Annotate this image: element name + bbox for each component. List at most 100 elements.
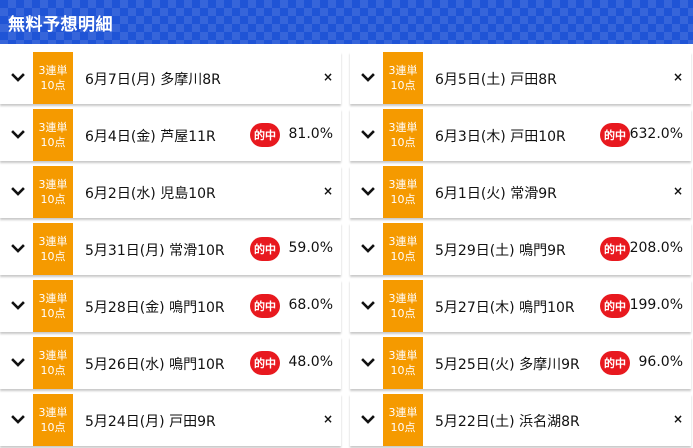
bet-count-label: 10点	[40, 193, 66, 206]
miss-mark: ×	[672, 412, 683, 426]
race-card[interactable]: 3連単 10点 5月22日(土) 浜名湖8R ×	[350, 394, 691, 446]
return-rate: 208.0%	[629, 240, 683, 256]
chevron-down-icon[interactable]	[8, 68, 28, 88]
bet-count-label: 10点	[390, 307, 416, 320]
chevron-down-icon[interactable]	[358, 410, 378, 430]
race-title: 5月25日(火) 多摩川9R	[435, 357, 580, 373]
race-card[interactable]: 3連単 10点 5月26日(水) 鳴門10R 的中 48.0%	[0, 337, 341, 389]
bet-type-label: 3連単	[388, 235, 418, 248]
hit-badge: 的中	[250, 351, 280, 375]
bet-type-tag: 3連単 10点	[33, 394, 73, 446]
race-title: 5月31日(月) 常滑10R	[85, 243, 225, 259]
bet-type-label: 3連単	[388, 121, 418, 134]
bet-type-tag: 3連単 10点	[383, 280, 423, 332]
bet-type-tag: 3連単 10点	[383, 337, 423, 389]
race-card[interactable]: 3連単 10点 6月4日(金) 芦屋11R 的中 81.0%	[0, 109, 341, 161]
hit-badge: 的中	[250, 237, 280, 261]
race-title: 5月29日(土) 鳴門9R	[435, 243, 566, 259]
chevron-down-icon[interactable]	[358, 182, 378, 202]
bet-count-label: 10点	[390, 250, 416, 263]
race-card[interactable]: 3連単 10点 5月31日(月) 常滑10R 的中 59.0%	[0, 223, 341, 275]
return-rate: 48.0%	[288, 354, 333, 370]
bet-type-tag: 3連単 10点	[383, 394, 423, 446]
bet-count-label: 10点	[390, 421, 416, 434]
race-card[interactable]: 3連単 10点 5月27日(木) 鳴門10R 的中 199.0%	[350, 280, 691, 332]
return-rate: 199.0%	[629, 297, 683, 313]
bet-count-label: 10点	[390, 364, 416, 377]
race-card[interactable]: 3連単 10点 6月2日(水) 児島10R ×	[0, 166, 341, 218]
chevron-down-icon[interactable]	[358, 353, 378, 373]
miss-mark: ×	[672, 70, 683, 84]
chevron-down-icon[interactable]	[358, 125, 378, 145]
chevron-down-icon[interactable]	[358, 239, 378, 259]
bet-count-label: 10点	[40, 79, 66, 92]
bet-type-tag: 3連単 10点	[383, 109, 423, 161]
chevron-down-icon[interactable]	[8, 125, 28, 145]
bet-count-label: 10点	[390, 136, 416, 149]
bet-type-tag: 3連単 10点	[383, 223, 423, 275]
bet-type-tag: 3連単 10点	[33, 223, 73, 275]
return-rate: 59.0%	[288, 240, 333, 256]
bet-type-tag: 3連単 10点	[383, 166, 423, 218]
race-card[interactable]: 3連単 10点 6月5日(土) 戸田8R ×	[350, 52, 691, 104]
bet-type-tag: 3連単 10点	[33, 109, 73, 161]
bet-count-label: 10点	[40, 307, 66, 320]
race-title: 6月7日(月) 多摩川8R	[85, 72, 221, 88]
bet-type-label: 3連単	[38, 64, 68, 77]
race-card[interactable]: 3連単 10点 6月7日(月) 多摩川8R ×	[0, 52, 341, 104]
chevron-down-icon[interactable]	[358, 296, 378, 316]
race-card[interactable]: 3連単 10点 5月24日(月) 戸田9R ×	[0, 394, 341, 446]
bet-type-label: 3連単	[38, 121, 68, 134]
miss-mark: ×	[322, 184, 333, 198]
hit-badge: 的中	[600, 294, 630, 318]
chevron-down-icon[interactable]	[8, 239, 28, 259]
bet-type-label: 3連単	[388, 406, 418, 419]
bet-type-label: 3連単	[38, 406, 68, 419]
chevron-down-icon[interactable]	[8, 182, 28, 202]
miss-mark: ×	[672, 184, 683, 198]
chevron-down-icon[interactable]	[8, 296, 28, 316]
bet-type-tag: 3連単 10点	[33, 280, 73, 332]
race-card[interactable]: 3連単 10点 6月3日(木) 戸田10R 的中 632.0%	[350, 109, 691, 161]
bet-count-label: 10点	[40, 136, 66, 149]
hit-badge: 的中	[600, 123, 630, 147]
bet-count-label: 10点	[40, 364, 66, 377]
bet-type-label: 3連単	[38, 235, 68, 248]
bet-type-label: 3連単	[38, 292, 68, 305]
bet-type-label: 3連単	[388, 178, 418, 191]
chevron-down-icon[interactable]	[8, 410, 28, 430]
return-rate: 632.0%	[629, 126, 683, 142]
race-title: 6月1日(火) 常滑9R	[435, 186, 557, 202]
bet-type-label: 3連単	[388, 349, 418, 362]
race-title: 5月24日(月) 戸田9R	[85, 414, 216, 430]
race-card[interactable]: 3連単 10点 5月29日(土) 鳴門9R 的中 208.0%	[350, 223, 691, 275]
bet-type-label: 3連単	[38, 178, 68, 191]
race-card[interactable]: 3連単 10点 6月1日(火) 常滑9R ×	[350, 166, 691, 218]
chevron-down-icon[interactable]	[358, 68, 378, 88]
race-card[interactable]: 3連単 10点 5月28日(金) 鳴門10R 的中 68.0%	[0, 280, 341, 332]
miss-mark: ×	[322, 70, 333, 84]
race-title: 5月27日(木) 鳴門10R	[435, 300, 575, 316]
hit-badge: 的中	[600, 351, 630, 375]
race-title: 5月28日(金) 鳴門10R	[85, 300, 225, 316]
bet-type-tag: 3連単 10点	[383, 52, 423, 104]
race-title: 6月4日(金) 芦屋11R	[85, 129, 216, 145]
bet-type-label: 3連単	[388, 64, 418, 77]
page-header: 無料予想明細	[0, 0, 693, 44]
hit-badge: 的中	[250, 294, 280, 318]
race-title: 5月26日(水) 鳴門10R	[85, 357, 225, 373]
chevron-down-icon[interactable]	[8, 353, 28, 373]
race-card[interactable]: 3連単 10点 5月25日(火) 多摩川9R 的中 96.0%	[350, 337, 691, 389]
race-title: 6月2日(水) 児島10R	[85, 186, 216, 202]
return-rate: 81.0%	[288, 126, 333, 142]
bet-type-tag: 3連単 10点	[33, 52, 73, 104]
bet-count-label: 10点	[40, 250, 66, 263]
race-title: 6月3日(木) 戸田10R	[435, 129, 566, 145]
bet-type-tag: 3連単 10点	[33, 166, 73, 218]
bet-count-label: 10点	[390, 79, 416, 92]
race-title: 5月22日(土) 浜名湖8R	[435, 414, 580, 430]
return-rate: 96.0%	[638, 354, 683, 370]
race-title: 6月5日(土) 戸田8R	[435, 72, 557, 88]
bet-type-label: 3連単	[388, 292, 418, 305]
bet-count-label: 10点	[40, 421, 66, 434]
